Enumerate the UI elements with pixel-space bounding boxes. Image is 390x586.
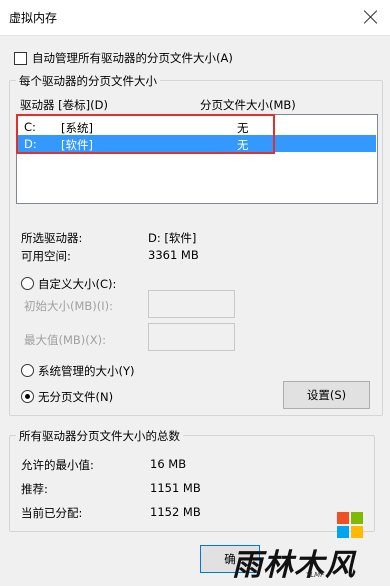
- set-button[interactable]: 设置(S): [283, 381, 370, 409]
- window-title: 虚拟内存: [9, 11, 58, 25]
- current-allocated-label: 当前已分配:: [21, 506, 83, 520]
- drive-label: [系统]: [61, 121, 93, 135]
- no-paging-file-radio[interactable]: [21, 390, 34, 403]
- windows-logo-icon: [337, 512, 363, 538]
- drive-listbox[interactable]: C: [系统] 无 D: [软件] 无: [16, 114, 378, 204]
- min-allowed-label: 允许的最小值:: [21, 458, 94, 472]
- auto-manage-label: 自动管理所有驱动器的分页文件大小(A): [32, 51, 233, 65]
- system-managed-label: 系统管理的大小(Y): [38, 364, 135, 378]
- no-paging-file-label: 无分页文件(N): [38, 390, 114, 404]
- title-bar: 虚拟内存: [0, 0, 390, 36]
- col-drive-header: 驱动器 [卷标](D): [20, 98, 108, 112]
- drive-row-d[interactable]: D: [软件] 无: [18, 135, 376, 152]
- drive-size: 无: [237, 121, 249, 135]
- initial-size-label: 初始大小(MB)(I):: [24, 299, 114, 313]
- free-space-label: 可用空间:: [21, 249, 71, 263]
- auto-manage-row[interactable]: 自动管理所有驱动器的分页文件大小(A): [14, 50, 233, 66]
- drive-letter: C:: [24, 120, 36, 134]
- min-allowed-value: 16 MB: [150, 457, 187, 471]
- drive-letter: D:: [24, 137, 37, 151]
- drive-row-c[interactable]: C: [系统] 无: [18, 118, 376, 135]
- watermark-brand: 雨林木风: [232, 548, 356, 583]
- initial-size-input[interactable]: [148, 290, 235, 318]
- recommended-label: 推荐:: [21, 482, 48, 496]
- total-legend: 所有驱动器分页文件大小的总数: [16, 428, 183, 444]
- selected-drive-label: 所选驱动器:: [21, 231, 83, 245]
- current-allocated-value: 1152 MB: [150, 505, 201, 519]
- selected-drive-value: D: [软件]: [148, 231, 197, 245]
- watermark-sub: YLMF: [306, 571, 325, 579]
- drive-label: [软件]: [61, 138, 93, 152]
- auto-manage-checkbox[interactable]: [14, 51, 27, 65]
- system-managed-radio[interactable]: [21, 364, 34, 377]
- close-icon[interactable]: [362, 8, 380, 26]
- free-space-value: 3361 MB: [148, 248, 199, 262]
- custom-size-label: 自定义大小(C):: [38, 277, 117, 291]
- max-size-label: 最大值(MB)(X):: [24, 333, 107, 347]
- per-drive-legend: 每个驱动器的分页文件大小: [16, 73, 160, 89]
- max-size-input[interactable]: [148, 323, 235, 351]
- recommended-value: 1151 MB: [150, 481, 201, 495]
- custom-size-radio[interactable]: [21, 277, 34, 290]
- drive-size: 无: [237, 138, 249, 152]
- col-size-header: 分页文件大小(MB): [200, 98, 296, 112]
